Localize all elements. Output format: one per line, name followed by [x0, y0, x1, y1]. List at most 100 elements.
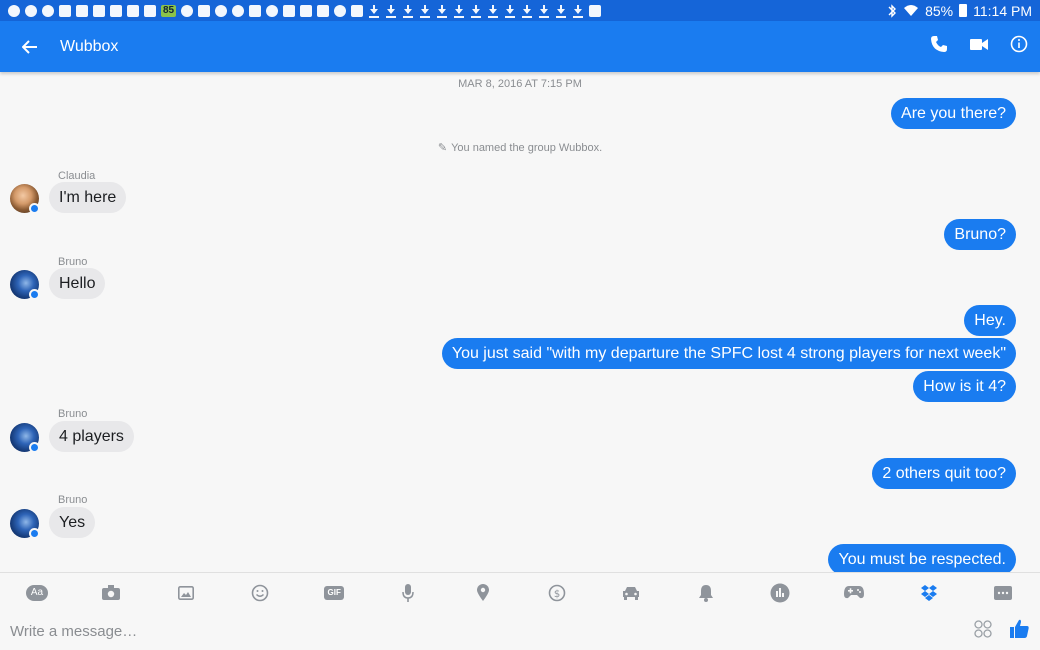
- games-button[interactable]: [843, 582, 865, 604]
- svg-text:$: $: [554, 589, 560, 600]
- thread-timestamp: MAR 8, 2016 AT 7:15 PM: [458, 78, 582, 90]
- incoming-message[interactable]: I'm here: [49, 182, 127, 213]
- download-icon: [385, 4, 397, 18]
- location-button[interactable]: [472, 582, 494, 604]
- ride-button[interactable]: [620, 582, 642, 604]
- outgoing-message[interactable]: Hey.: [964, 305, 1016, 336]
- notification-icon: [283, 4, 296, 17]
- call-button[interactable]: [930, 35, 948, 58]
- avatar-bruno[interactable]: [10, 423, 40, 453]
- payment-button[interactable]: $: [546, 582, 568, 604]
- outgoing-message[interactable]: You must be respected.: [828, 544, 1016, 572]
- notification-icon: [8, 4, 20, 17]
- battery-percent: 85%: [925, 2, 954, 19]
- avatar-claudia[interactable]: [10, 184, 40, 214]
- incoming-message[interactable]: 4 players: [49, 421, 134, 452]
- youtube-icon: [589, 4, 602, 17]
- sender-name: Bruno: [58, 256, 88, 268]
- pencil-icon: ✎: [437, 142, 448, 154]
- video-call-button[interactable]: [970, 38, 988, 56]
- emoji-icon: [251, 584, 269, 601]
- system-note: ✎ You named the group Wubbox.: [0, 141, 1040, 154]
- bluetooth-icon: [888, 3, 897, 18]
- download-icon: [453, 4, 465, 18]
- mail-icon: [144, 4, 156, 17]
- download-icon: [436, 4, 448, 18]
- status-right: 85% 11:14 PM: [887, 3, 1032, 19]
- download-icon: [368, 4, 380, 18]
- camera-icon: [102, 585, 121, 600]
- message-input[interactable]: [10, 622, 910, 640]
- notification-icon: [351, 4, 364, 17]
- message-thread[interactable]: MAR 8, 2016 AT 7:15 PM Are you there? ✎ Y…: [0, 72, 1040, 572]
- gallery-button[interactable]: [175, 582, 197, 604]
- sender-name: Claudia: [58, 170, 96, 182]
- download-icon: [419, 4, 431, 18]
- like-button[interactable]: [1010, 619, 1030, 644]
- phone-icon: [931, 36, 947, 52]
- outgoing-message[interactable]: How is it 4?: [913, 371, 1016, 402]
- composer-actions: [974, 619, 1030, 644]
- download-icon: [538, 4, 550, 18]
- composer-toolbar: Aa GIF $: [0, 572, 1040, 612]
- microphone-icon: [402, 583, 415, 602]
- status-bar: 85 85% 11:14 PM: [0, 0, 1040, 21]
- dropbox-icon: [920, 584, 937, 601]
- download-icon: [402, 4, 414, 18]
- composer: [0, 612, 1040, 650]
- messenger-badge-icon: [29, 442, 40, 453]
- sender-name: Bruno: [58, 408, 88, 420]
- back-arrow-icon: [22, 39, 37, 54]
- outgoing-message[interactable]: Are you there?: [891, 98, 1016, 129]
- download-icon: [572, 4, 584, 18]
- more-icon: [993, 585, 1012, 600]
- download-icon: [521, 4, 533, 18]
- notification-icon: [317, 4, 330, 17]
- poll-button[interactable]: [769, 582, 791, 604]
- conversation-title[interactable]: Wubbox: [60, 38, 118, 56]
- download-icon: [470, 4, 482, 18]
- text-button[interactable]: Aa: [26, 582, 48, 604]
- dropbox-button[interactable]: [918, 582, 940, 604]
- avatar-bruno[interactable]: [10, 270, 40, 300]
- sticker-button[interactable]: [974, 619, 992, 643]
- twitter-icon: [127, 4, 139, 17]
- download-icon: [555, 4, 567, 18]
- image-icon: [198, 4, 211, 17]
- twitter-icon: [110, 4, 122, 17]
- more-button[interactable]: [992, 582, 1014, 604]
- info-button[interactable]: [1010, 35, 1028, 58]
- notification-icons: 85: [8, 4, 602, 18]
- image-icon: [177, 585, 194, 600]
- bell-icon: [698, 584, 713, 602]
- twitter-icon: [76, 4, 88, 17]
- avatar-bruno[interactable]: [10, 509, 40, 539]
- sender-name: Bruno: [58, 494, 88, 506]
- outgoing-message[interactable]: Bruno?: [944, 219, 1016, 250]
- download-icon: [487, 4, 499, 18]
- gif-icon: GIF: [324, 585, 345, 600]
- voice-button[interactable]: [397, 582, 419, 604]
- notification-icon: [181, 4, 194, 17]
- back-button[interactable]: [0, 39, 60, 54]
- messenger-badge-icon: [29, 528, 40, 539]
- camera-button[interactable]: [100, 582, 122, 604]
- messenger-badge-icon: [29, 203, 40, 214]
- gif-button[interactable]: GIF: [323, 582, 345, 604]
- payment-icon: $: [548, 584, 566, 601]
- system-note-text: You named the group Wubbox.: [451, 142, 603, 154]
- outgoing-message[interactable]: 2 others quit too?: [872, 458, 1016, 489]
- chrome-icon: [215, 4, 228, 17]
- video-camera-icon: [970, 38, 988, 50]
- emoji-button[interactable]: [249, 582, 271, 604]
- incoming-message[interactable]: Hello: [49, 268, 106, 299]
- outgoing-message[interactable]: You just said "with my departure the SPF…: [441, 338, 1016, 369]
- clock: 11:14 PM: [973, 2, 1032, 19]
- wifi-icon: [904, 5, 919, 16]
- notification-icon: [42, 4, 54, 17]
- reminder-button[interactable]: [695, 582, 717, 604]
- battery-icon: [959, 4, 968, 17]
- twitter-icon: [93, 4, 105, 17]
- incoming-message[interactable]: Yes: [49, 507, 96, 538]
- game-controller-icon: [844, 586, 865, 599]
